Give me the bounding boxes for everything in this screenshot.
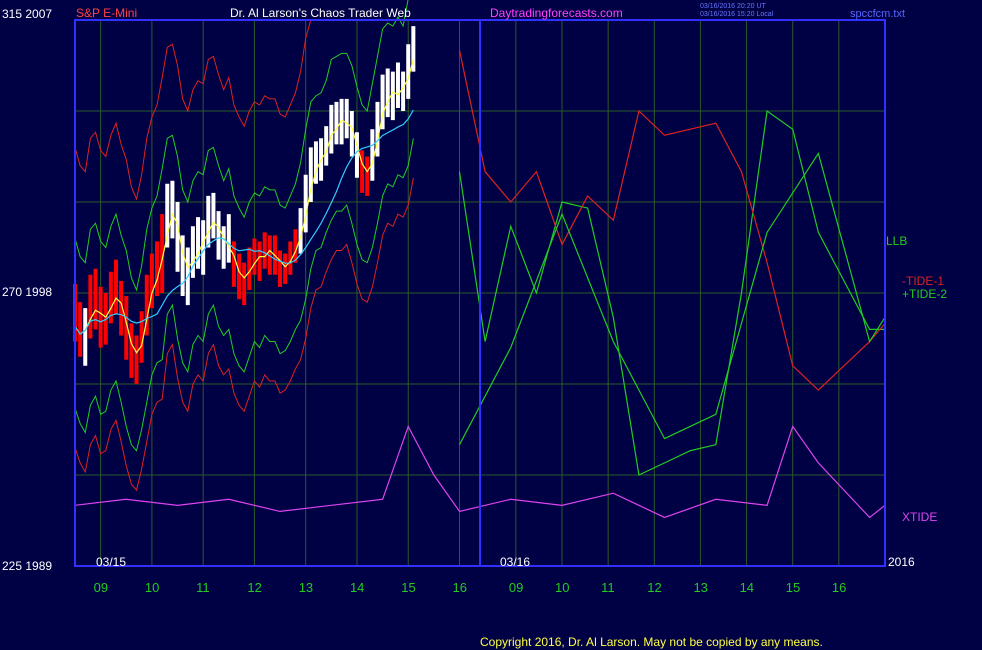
legend-xtide: XTIDE [902, 510, 937, 524]
time-ut: 03/16/2016 20:20 UT [700, 3, 766, 10]
hour-label-15: 16 [832, 580, 846, 595]
symbol-label: S&P E-Mini [76, 6, 137, 20]
hour-label-7: 16 [452, 580, 466, 595]
legend-llb: LLB [886, 234, 907, 248]
hour-label-4: 13 [299, 580, 313, 595]
y-mid-label: 270 1998 [2, 285, 52, 299]
hour-label-5: 14 [350, 580, 364, 595]
y-bottom-label: 225 1989 [2, 559, 52, 573]
chart-title: Dr. Al Larson's Chaos Trader Web [230, 6, 411, 20]
hour-label-11: 12 [647, 580, 661, 595]
site-label: Daytradingforecasts.com [490, 6, 623, 20]
hour-label-14: 15 [786, 580, 800, 595]
hour-label-10: 11 [601, 580, 615, 595]
hour-label-12: 13 [693, 580, 707, 595]
hour-label-13: 14 [740, 580, 754, 595]
legend-tide2: +TIDE-2 [902, 287, 947, 301]
hour-label-8: 09 [509, 580, 523, 595]
year-label: 2016 [888, 555, 915, 569]
hour-label-9: 10 [555, 580, 569, 595]
copyright: Copyright 2016, Dr. Al Larson. May not b… [480, 635, 823, 649]
hour-label-2: 11 [196, 580, 210, 595]
hour-label-0: 09 [94, 580, 108, 595]
date-left-label: 03/15 [96, 555, 126, 569]
hour-label-1: 10 [145, 580, 159, 595]
time-local: 03/16/2016 15:20 Local [700, 11, 774, 18]
legend-tide1: -TIDE-1 [902, 274, 944, 288]
chart: 315 2007 S&P E-Mini Dr. Al Larson's Chao… [0, 0, 982, 650]
date-right-label: 03/16 [500, 555, 530, 569]
hour-label-6: 15 [401, 580, 415, 595]
y-top-label: 315 2007 [2, 7, 52, 21]
hour-label-3: 12 [247, 580, 261, 595]
file-label: spccfcm.txt [850, 8, 905, 20]
